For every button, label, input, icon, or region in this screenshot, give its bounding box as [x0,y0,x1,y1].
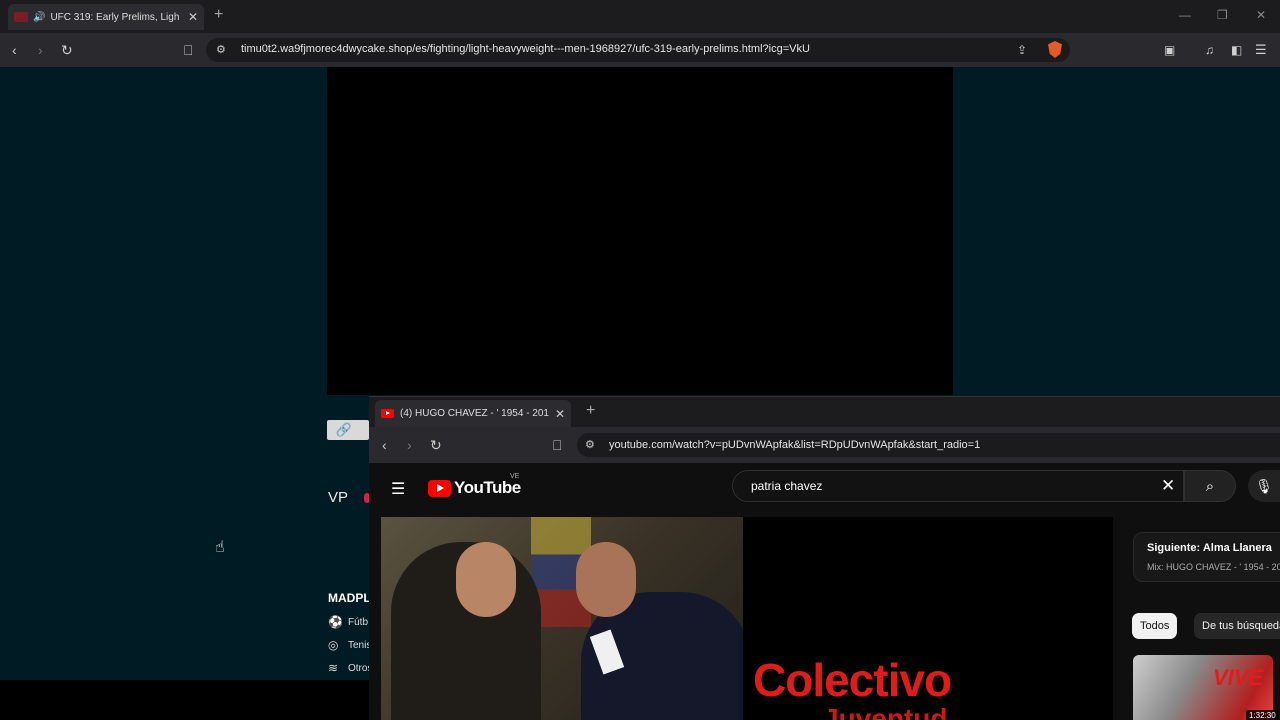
sidebar-item-label: Tenis [348,639,372,651]
forward-icon[interactable]: › [38,41,43,59]
close-window-button[interactable]: ✕ [1256,8,1266,22]
sidebar-item-tenis[interactable]: ◎ Tenis [328,638,371,652]
minimize-button[interactable]: — [1179,8,1191,22]
up-next-title[interactable]: Siguiente: Alma Llanera [1147,542,1272,554]
new-tab-button[interactable]: + [586,402,595,420]
vp-label: VP [328,489,349,506]
soccer-icon: ⚽ [328,615,343,629]
back-icon[interactable]: ‹ [382,437,387,453]
tab-strip: 🔊 UFC 319: Early Prelims, Light-Heavywei… [0,0,1280,33]
sidebar-toggle-icon[interactable]: ◧ [1231,41,1242,59]
sidebar-item-label: Fútb [348,616,369,628]
person-left-face [456,542,516,617]
link-icon: 🔗 [335,422,353,437]
sidebar-item-futbol[interactable]: ⚽ Fútb [328,615,368,629]
forward-icon[interactable]: › [407,437,412,453]
thumbnail-text: VIVE [1213,665,1264,690]
tab-title: (4) HUGO CHAVEZ - ' 1954 - 2013 [400,408,549,419]
speaker-icon[interactable]: 🔊 [33,12,45,23]
microphone-icon: 🎙 [1255,477,1273,494]
video-overlay-title: Colectivo [753,654,952,706]
back-icon[interactable]: ‹ [12,41,17,59]
address-url[interactable]: youtube.com/watch?v=pUDvnWApfak&list=RDp… [609,439,980,451]
tab-ufc[interactable]: 🔊 UFC 319: Early Prelims, Light-Heavywei… [8,4,204,30]
address-url[interactable]: timu0t2.wa9fjmorec4dwycake.shop/es/fight… [241,43,810,55]
new-tab-button[interactable]: + [214,6,223,24]
youtube-play-icon [428,479,451,497]
search-button[interactable]: ⌕ [1184,470,1236,502]
site-settings-icon[interactable]: ⚙ [585,437,595,453]
person-right-face [576,542,636,617]
link-button[interactable]: 🔗 [327,420,369,440]
youtube-logo[interactable]: YouTube [428,478,521,498]
up-next-subtitle: Mix: HUGO CHAVEZ - ' 1954 - 2013 [1147,562,1280,572]
youtube-wordmark: YouTube [454,478,521,497]
search-icon: ⌕ [1205,477,1215,495]
youtube-favicon-icon [381,409,394,418]
site-favicon-icon [14,12,28,22]
tab-strip: (4) HUGO CHAVEZ - ' 1954 - 2013 ✕ + [369,397,1280,427]
tab-title: UFC 319: Early Prelims, Light-Heavyweigh… [50,11,179,23]
video-frame-photo [381,517,743,720]
voice-search-button[interactable]: 🎙 [1248,470,1280,502]
menu-icon[interactable]: ☰ [1255,41,1267,59]
up-next-card[interactable] [1133,532,1280,582]
youtube-browser-window: (4) HUGO CHAVEZ - ' 1954 - 2013 ✕ + ‹ › … [369,396,1280,720]
tab-youtube[interactable]: (4) HUGO CHAVEZ - ' 1954 - 2013 ✕ [375,400,571,427]
layers-icon: ≋ [328,661,339,675]
chip-todos[interactable]: Todos [1132,613,1178,639]
search-query[interactable]: patria chavez [751,479,822,493]
bookmark-icon[interactable]: ⎕ [553,437,561,453]
sidebar-item-otros[interactable]: ≋ Otros [328,661,372,675]
reload-icon[interactable]: ↻ [61,41,73,59]
tab-close-icon[interactable]: ✕ [555,407,565,421]
site-settings-icon[interactable]: ⚙ [216,41,226,59]
media-icon[interactable]: ♫ [1205,41,1214,59]
reader-icon[interactable]: ▣ [1164,41,1175,59]
country-code: VE [510,473,520,480]
clear-search-icon[interactable]: ✕ [1161,476,1175,496]
tab-close-icon[interactable]: ✕ [188,10,198,24]
chip-de-tus-busquedas[interactable]: De tus búsquedas [1194,613,1280,639]
restore-button[interactable]: ❐ [1217,8,1228,22]
bottom-strip [0,680,370,720]
reload-icon[interactable]: ↻ [430,437,442,453]
share-icon[interactable]: ⇪ [1017,41,1027,59]
video-duration-badge: 1:32:30 [1246,710,1279,720]
sidebar-heading: MADPL [328,591,371,605]
bookmark-icon[interactable]: ⎕ [184,41,192,59]
video-overlay-subtitle: Juventud [823,703,948,720]
youtube-video-player[interactable]: Colectivo Juventud [381,517,1113,720]
hand-cursor-icon: ☝ [215,539,225,556]
tennis-icon: ◎ [328,638,339,652]
video-player[interactable] [327,67,953,395]
hamburger-menu-icon[interactable]: ☰ [391,479,405,499]
